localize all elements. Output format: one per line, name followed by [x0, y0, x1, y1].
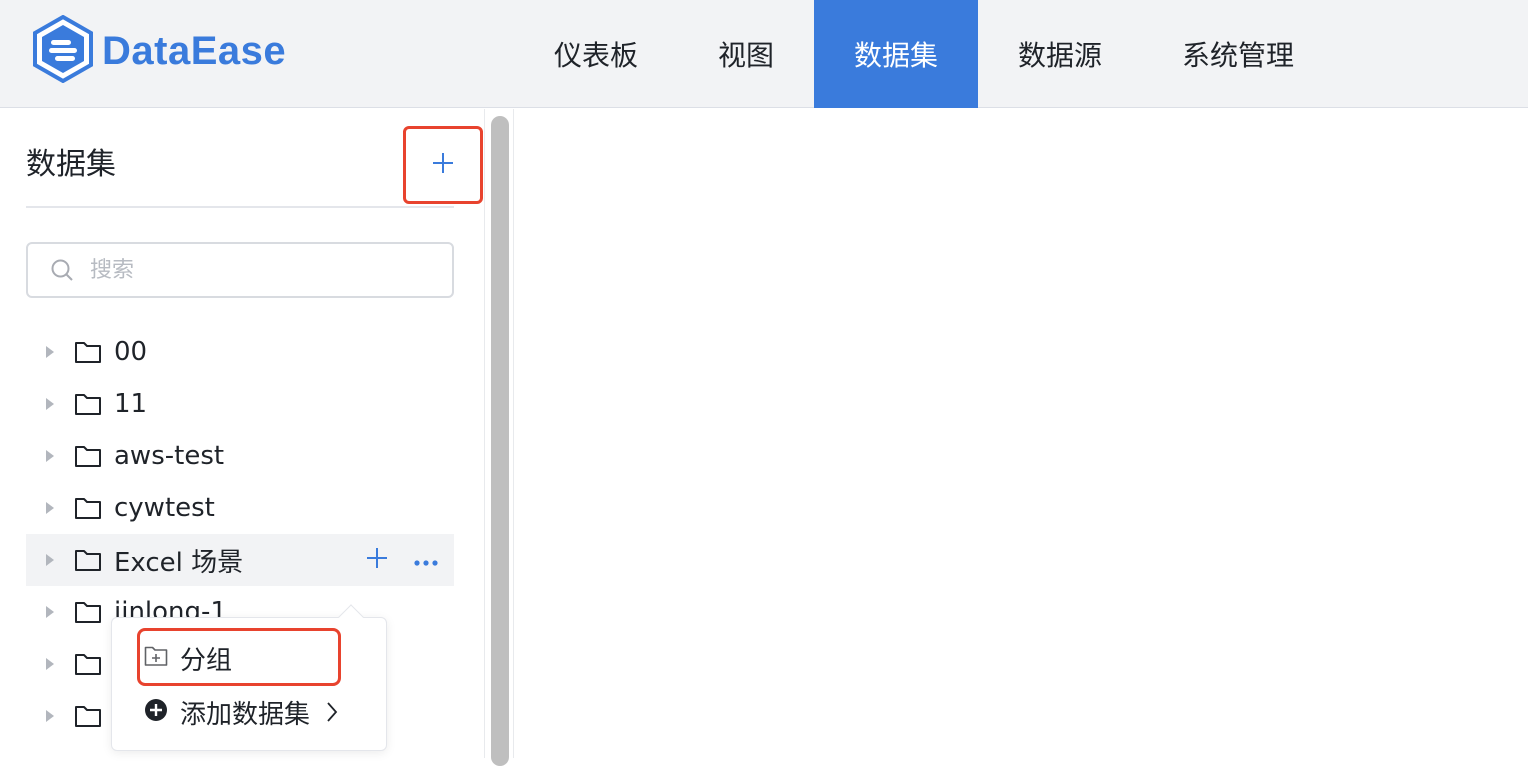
main-content — [514, 109, 1528, 758]
caret-right-icon[interactable] — [26, 553, 74, 567]
tree-item-label: aws-test — [114, 441, 225, 471]
menu-item-add-dataset[interactable]: 添加数据集 — [144, 692, 338, 732]
caret-right-icon[interactable] — [26, 449, 74, 463]
tree-item-00[interactable]: 00 — [26, 326, 454, 378]
logo-icon — [32, 14, 94, 87]
row-actions — [366, 534, 438, 586]
tree-item-11[interactable]: 11 — [26, 378, 454, 430]
tree-item-aws-test[interactable]: aws-test — [26, 430, 454, 482]
tree-item-label: 00 — [114, 337, 148, 367]
tree-item-label: cywtest — [114, 493, 215, 523]
nav-dashboard[interactable]: 仪表板 — [514, 0, 678, 108]
add-dataset-button[interactable] — [403, 126, 483, 204]
folder-icon — [74, 391, 104, 417]
tree-item-label: Excel 场景 — [114, 547, 244, 578]
tree-item-excel-scene[interactable]: Excel 场景 — [26, 534, 454, 586]
chevron-right-icon — [326, 701, 338, 723]
tree-item-cywtest[interactable]: cywtest — [26, 482, 454, 534]
caret-right-icon[interactable] — [26, 709, 74, 723]
tree-item-label: 11 — [114, 389, 148, 419]
search-icon — [50, 257, 76, 283]
add-child-plus-icon[interactable] — [366, 547, 388, 573]
logo-text: DataEase — [102, 28, 287, 73]
annotation-highlight-group — [137, 628, 341, 686]
folder-icon — [74, 703, 104, 729]
caret-right-icon[interactable] — [26, 345, 74, 359]
folder-icon — [74, 495, 104, 521]
nav-view[interactable]: 视图 — [678, 0, 814, 108]
nav-datasource[interactable]: 数据源 — [978, 0, 1142, 108]
main-nav: 仪表板 视图 数据集 数据源 系统管理 — [514, 0, 1334, 108]
folder-icon — [74, 651, 104, 677]
sidebar-title: 数据集 — [26, 147, 116, 182]
folder-icon — [74, 339, 104, 365]
more-options-icon[interactable] — [414, 551, 438, 570]
menu-item-label: 添加数据集 — [180, 699, 311, 730]
sidebar-scrollbar-thumb[interactable] — [491, 116, 509, 766]
nav-dataset[interactable]: 数据集 — [814, 0, 978, 108]
caret-right-icon[interactable] — [26, 501, 74, 515]
caret-right-icon[interactable] — [26, 657, 74, 671]
folder-icon — [74, 547, 104, 573]
plus-circle-icon — [144, 698, 168, 726]
nav-system-management[interactable]: 系统管理 — [1142, 0, 1334, 108]
plus-icon — [432, 152, 454, 178]
folder-icon — [74, 443, 104, 469]
caret-right-icon[interactable] — [26, 397, 74, 411]
caret-right-icon[interactable] — [26, 605, 74, 619]
search-box[interactable] — [26, 242, 454, 298]
folder-icon — [74, 599, 104, 625]
top-header: DataEase 仪表板 视图 数据集 数据源 系统管理 — [0, 0, 1528, 108]
title-divider — [26, 206, 454, 208]
search-input[interactable] — [90, 257, 420, 283]
app-logo[interactable]: DataEase — [32, 14, 287, 87]
